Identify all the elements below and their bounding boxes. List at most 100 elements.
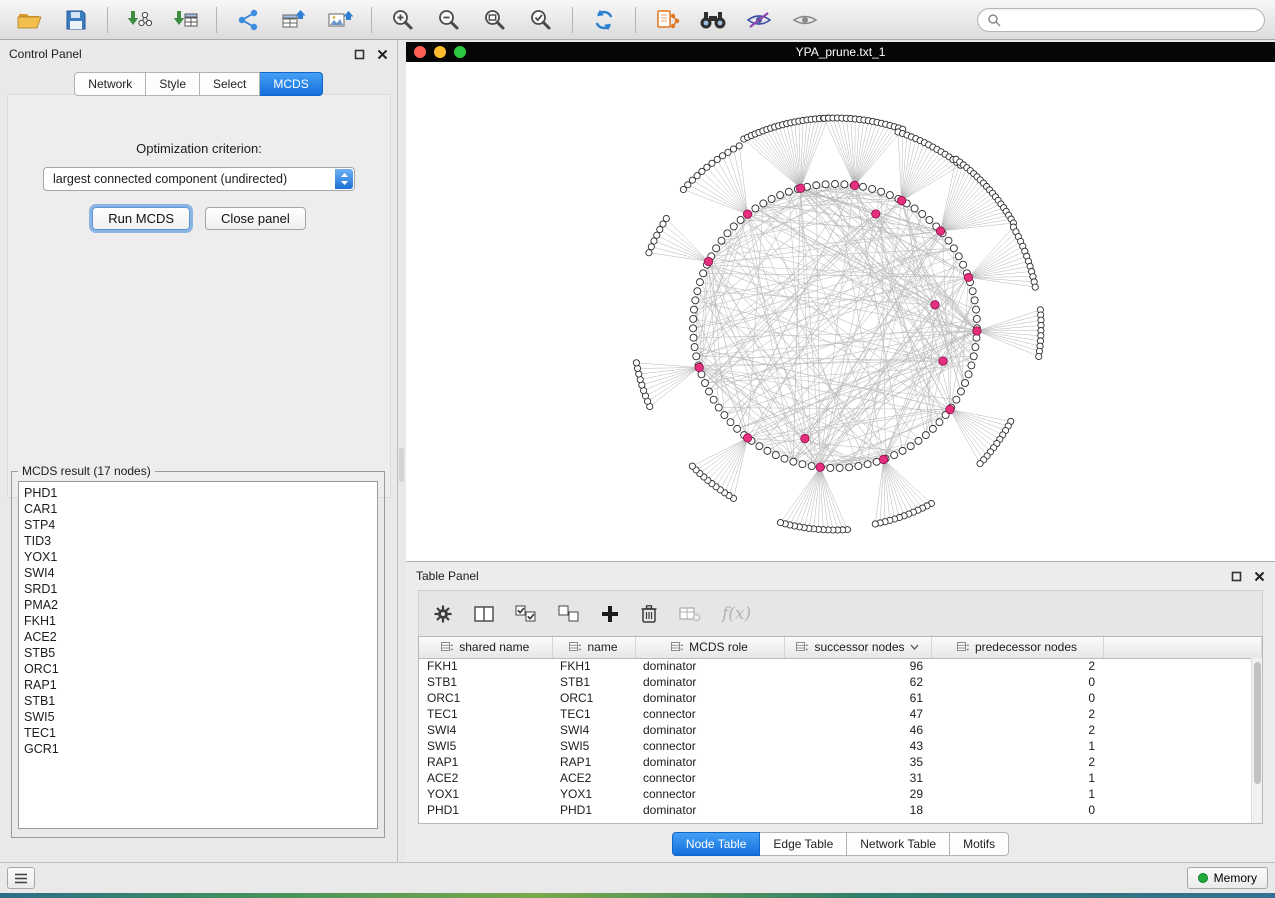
- dominator-node[interactable]: [851, 181, 859, 189]
- table-scrollbar-thumb[interactable]: [1254, 662, 1261, 784]
- network-node[interactable]: [915, 437, 922, 444]
- cell-name[interactable]: ORC1: [552, 690, 635, 706]
- cell-successors[interactable]: 29: [784, 786, 931, 802]
- dominator-node[interactable]: [897, 196, 905, 204]
- dominator-node[interactable]: [743, 210, 751, 218]
- close-panel-icon[interactable]: [377, 49, 388, 60]
- leaf-node[interactable]: [977, 461, 983, 467]
- table-row[interactable]: ACE2ACE2connector311: [419, 770, 1262, 786]
- network-node[interactable]: [950, 245, 957, 252]
- cell-successors[interactable]: 96: [784, 658, 931, 674]
- table-row[interactable]: SWI5SWI5connector431: [419, 738, 1262, 754]
- leaf-node[interactable]: [1036, 353, 1042, 359]
- table-row[interactable]: YOX1YOX1connector291: [419, 786, 1262, 802]
- leaf-node[interactable]: [689, 463, 695, 469]
- table-row[interactable]: ORC1ORC1dominator610: [419, 690, 1262, 706]
- cell-successors[interactable]: 62: [784, 674, 931, 690]
- network-node[interactable]: [690, 306, 697, 313]
- mcds-result-item[interactable]: ACE2: [24, 629, 372, 645]
- window-close-icon[interactable]: [414, 46, 426, 58]
- network-node[interactable]: [899, 447, 906, 454]
- cell-successors[interactable]: 46: [784, 722, 931, 738]
- cell-name[interactable]: YOX1: [552, 786, 635, 802]
- refresh-button[interactable]: [584, 4, 624, 36]
- dominator-node[interactable]: [973, 327, 981, 335]
- leaf-node[interactable]: [634, 365, 640, 371]
- run-mcds-button[interactable]: Run MCDS: [92, 207, 190, 230]
- cell-predecessors[interactable]: 0: [931, 690, 1103, 706]
- leaf-node[interactable]: [646, 250, 652, 256]
- cell-role[interactable]: dominator: [635, 754, 784, 770]
- export-table-button[interactable]: [274, 4, 314, 36]
- dominator-node[interactable]: [879, 455, 887, 463]
- network-node[interactable]: [955, 253, 962, 260]
- menu-toggle-button[interactable]: [7, 867, 35, 889]
- column-header-shared-name[interactable]: shared name: [419, 637, 552, 658]
- network-node[interactable]: [855, 463, 862, 470]
- cell-role[interactable]: dominator: [635, 722, 784, 738]
- criterion-select[interactable]: largest connected component (undirected): [43, 167, 355, 191]
- cell-shared_name[interactable]: YOX1: [419, 786, 552, 802]
- table-row[interactable]: TEC1TEC1connector472: [419, 706, 1262, 722]
- search-network-button[interactable]: [693, 4, 733, 36]
- network-node[interactable]: [968, 362, 975, 369]
- mcds-result-item[interactable]: PHD1: [24, 485, 372, 501]
- network-node[interactable]: [929, 425, 936, 432]
- panel-splitter[interactable]: [398, 40, 406, 862]
- float-panel-icon[interactable]: [354, 49, 365, 60]
- table-settings-button[interactable]: [433, 604, 453, 624]
- window-minimize-icon[interactable]: [434, 46, 446, 58]
- mcds-result-item[interactable]: TID3: [24, 533, 372, 549]
- tab-style[interactable]: Style: [146, 72, 200, 96]
- dominator-node[interactable]: [872, 210, 880, 218]
- dominator-node[interactable]: [743, 434, 751, 442]
- network-node[interactable]: [718, 237, 725, 244]
- mcds-result-item[interactable]: PMA2: [24, 597, 372, 613]
- tab-network[interactable]: Network: [74, 72, 146, 96]
- table-row[interactable]: PHD1PHD1dominator180: [419, 802, 1262, 818]
- network-node[interactable]: [869, 185, 876, 192]
- zoom-out-button[interactable]: [429, 4, 469, 36]
- show-columns-button[interactable]: [474, 605, 494, 623]
- window-zoom-icon[interactable]: [454, 46, 466, 58]
- cell-predecessors[interactable]: 0: [931, 802, 1103, 818]
- mcds-result-item[interactable]: GCR1: [24, 741, 372, 757]
- network-node[interactable]: [785, 188, 792, 195]
- search-input[interactable]: [1006, 13, 1255, 27]
- mcds-result-list[interactable]: PHD1CAR1STP4TID3YOX1SWI4SRD1PMA2FKH1ACE2…: [18, 481, 378, 829]
- network-node[interactable]: [936, 419, 943, 426]
- network-node[interactable]: [768, 195, 775, 202]
- mcds-result-item[interactable]: SRD1: [24, 581, 372, 597]
- cell-name[interactable]: SWI4: [552, 722, 635, 738]
- cell-successors[interactable]: 18: [784, 802, 931, 818]
- network-node[interactable]: [808, 463, 815, 470]
- open-file-button[interactable]: [10, 4, 50, 36]
- delete-entry-button[interactable]: [640, 604, 658, 624]
- dominator-node[interactable]: [816, 463, 824, 471]
- network-node[interactable]: [960, 261, 967, 268]
- network-node[interactable]: [737, 216, 744, 223]
- cell-name[interactable]: STB1: [552, 674, 635, 690]
- network-node[interactable]: [919, 210, 926, 217]
- network-node[interactable]: [772, 452, 779, 459]
- mcds-result-item[interactable]: FKH1: [24, 613, 372, 629]
- network-node[interactable]: [864, 461, 871, 468]
- close-panel-button[interactable]: Close panel: [205, 207, 306, 230]
- network-node[interactable]: [696, 279, 703, 286]
- network-node[interactable]: [706, 388, 713, 395]
- leaf-node[interactable]: [654, 232, 660, 238]
- cell-predecessors[interactable]: 2: [931, 754, 1103, 770]
- cell-name[interactable]: TEC1: [552, 706, 635, 722]
- network-node[interactable]: [973, 306, 980, 313]
- network-node[interactable]: [969, 288, 976, 295]
- import-network-button[interactable]: [119, 4, 159, 36]
- leaf-node[interactable]: [651, 238, 657, 244]
- network-node[interactable]: [690, 315, 697, 322]
- network-node[interactable]: [922, 432, 929, 439]
- cell-successors[interactable]: 43: [784, 738, 931, 754]
- mcds-result-item[interactable]: STB1: [24, 693, 372, 709]
- network-node[interactable]: [971, 297, 978, 304]
- network-node[interactable]: [760, 200, 767, 207]
- network-node[interactable]: [846, 464, 853, 471]
- dominator-node[interactable]: [946, 405, 954, 413]
